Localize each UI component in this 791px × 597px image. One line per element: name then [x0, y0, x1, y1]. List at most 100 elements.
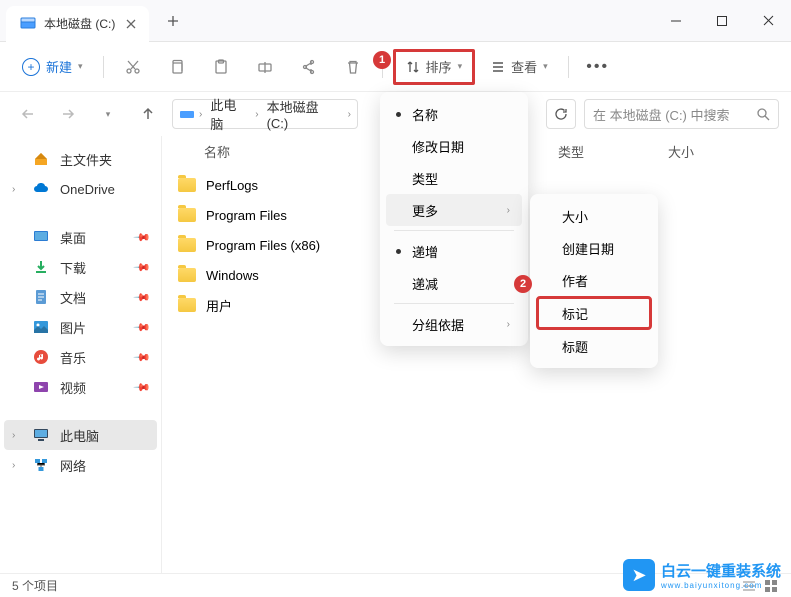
folder-name: 用户	[206, 296, 232, 315]
menu-item-more[interactable]: 更多›	[386, 194, 522, 226]
menu-item-type[interactable]: 类型	[386, 162, 522, 194]
menu-item-author[interactable]: 作者	[536, 264, 652, 296]
annotation-badge-2: 2	[514, 275, 532, 293]
menu-item-desc[interactable]: 递减	[386, 267, 522, 299]
column-size-header[interactable]: 大小	[668, 142, 728, 161]
menu-separator	[394, 230, 514, 231]
item-count: 5 个项目	[12, 577, 58, 594]
bullet-icon	[396, 112, 401, 117]
sidebar-label: 主文件夹	[60, 150, 112, 169]
download-icon	[32, 258, 50, 276]
sidebar: 主文件夹 › OneDrive 桌面 📌 下载 📌 文档 📌	[0, 136, 162, 573]
search-placeholder: 在 本地磁盘 (C:) 中搜索	[593, 105, 730, 124]
pin-icon: 📌	[133, 318, 152, 337]
drive-icon	[179, 106, 195, 122]
sidebar-item-home[interactable]: 主文件夹	[4, 144, 157, 174]
view-button[interactable]: 查看 ▾	[481, 49, 558, 85]
separator	[568, 56, 569, 78]
chevron-right-icon: ›	[12, 184, 22, 195]
folder-name: Program Files	[206, 208, 287, 223]
sidebar-item-network[interactable]: › 网络	[4, 450, 157, 480]
column-type-header[interactable]: 类型	[558, 142, 668, 161]
picture-icon	[32, 318, 50, 336]
rename-button[interactable]	[246, 49, 284, 85]
breadcrumb-item[interactable]: 此电脑	[206, 95, 251, 133]
chevron-right-icon: ›	[12, 460, 22, 471]
annotation-badge-1: 1	[373, 51, 391, 69]
folder-icon	[178, 268, 196, 282]
window-controls	[653, 0, 791, 42]
chevron-right-icon: ›	[507, 205, 510, 216]
menu-item-modified[interactable]: 修改日期	[386, 130, 522, 162]
menu-item-name[interactable]: 名称	[386, 98, 522, 130]
sidebar-label: 视频	[60, 378, 86, 397]
chevron-down-icon: ▾	[543, 61, 548, 72]
sidebar-item-pictures[interactable]: 图片 📌	[4, 312, 157, 342]
folder-icon	[178, 298, 196, 312]
chevron-right-icon: ›	[348, 109, 351, 120]
menu-item-created[interactable]: 创建日期	[536, 232, 652, 264]
paste-button[interactable]	[202, 49, 240, 85]
new-tab-button[interactable]	[155, 3, 191, 39]
tab-close-button[interactable]	[123, 16, 139, 32]
up-button[interactable]	[132, 98, 164, 130]
delete-button[interactable]	[334, 49, 372, 85]
menu-separator	[394, 303, 514, 304]
document-icon	[32, 288, 50, 306]
sort-button[interactable]: 排序 ▾	[393, 49, 476, 85]
folder-name: Program Files (x86)	[206, 238, 320, 253]
music-icon	[32, 348, 50, 366]
sidebar-item-downloads[interactable]: 下载 📌	[4, 252, 157, 282]
new-button[interactable]: + 新建 ▾	[12, 49, 93, 85]
sort-menu: 名称 修改日期 类型 更多› 递增 递减 分组依据›	[380, 92, 528, 346]
minimize-button[interactable]	[653, 0, 699, 42]
search-icon	[756, 107, 770, 121]
tab-title: 本地磁盘 (C:)	[44, 15, 115, 32]
breadcrumb-item[interactable]: 本地磁盘 (C:)	[263, 97, 344, 131]
chevron-right-icon: ›	[199, 109, 202, 120]
watermark-text: 白云一键重装系统	[661, 560, 781, 581]
sidebar-label: OneDrive	[60, 182, 115, 197]
back-button[interactable]	[12, 98, 44, 130]
sidebar-item-videos[interactable]: 视频 📌	[4, 372, 157, 402]
folder-icon	[178, 238, 196, 252]
forward-button[interactable]	[52, 98, 84, 130]
bullet-icon	[396, 249, 401, 254]
menu-item-tag[interactable]: 标记	[536, 296, 652, 330]
recent-button[interactable]: ▾	[92, 98, 124, 130]
view-icon	[491, 60, 505, 74]
close-button[interactable]	[745, 0, 791, 42]
maximize-button[interactable]	[699, 0, 745, 42]
cloud-icon	[32, 180, 50, 198]
menu-item-asc[interactable]: 递增	[386, 235, 522, 267]
folder-name: PerfLogs	[206, 178, 258, 193]
sidebar-label: 文档	[60, 288, 86, 307]
separator	[103, 56, 104, 78]
sidebar-label: 此电脑	[60, 426, 99, 445]
menu-item-groupby[interactable]: 分组依据›	[386, 308, 522, 340]
watermark: ➤ 白云一键重装系统 www.baiyunxitong.com	[623, 559, 781, 591]
browser-tab[interactable]: 本地磁盘 (C:)	[6, 6, 149, 42]
sidebar-item-this-pc[interactable]: › 此电脑	[4, 420, 157, 450]
view-label: 查看	[511, 57, 537, 76]
share-button[interactable]	[290, 49, 328, 85]
pin-icon: 📌	[133, 288, 152, 307]
search-input[interactable]: 在 本地磁盘 (C:) 中搜索	[584, 99, 779, 129]
pin-icon: 📌	[133, 348, 152, 367]
sidebar-item-desktop[interactable]: 桌面 📌	[4, 222, 157, 252]
breadcrumb[interactable]: › 此电脑 › 本地磁盘 (C:) ›	[172, 99, 358, 129]
refresh-button[interactable]	[546, 99, 576, 129]
chevron-right-icon: ›	[507, 319, 510, 330]
pin-icon: 📌	[133, 228, 152, 247]
more-button[interactable]: •••	[579, 49, 617, 85]
copy-button[interactable]	[158, 49, 196, 85]
desktop-icon	[32, 228, 50, 246]
sidebar-item-documents[interactable]: 文档 📌	[4, 282, 157, 312]
menu-item-title[interactable]: 标题	[536, 330, 652, 362]
menu-item-size[interactable]: 大小	[536, 200, 652, 232]
chevron-right-icon: ›	[255, 109, 258, 120]
chevron-right-icon: ›	[12, 430, 22, 441]
sidebar-item-music[interactable]: 音乐 📌	[4, 342, 157, 372]
cut-button[interactable]	[114, 49, 152, 85]
sidebar-item-onedrive[interactable]: › OneDrive	[4, 174, 157, 204]
